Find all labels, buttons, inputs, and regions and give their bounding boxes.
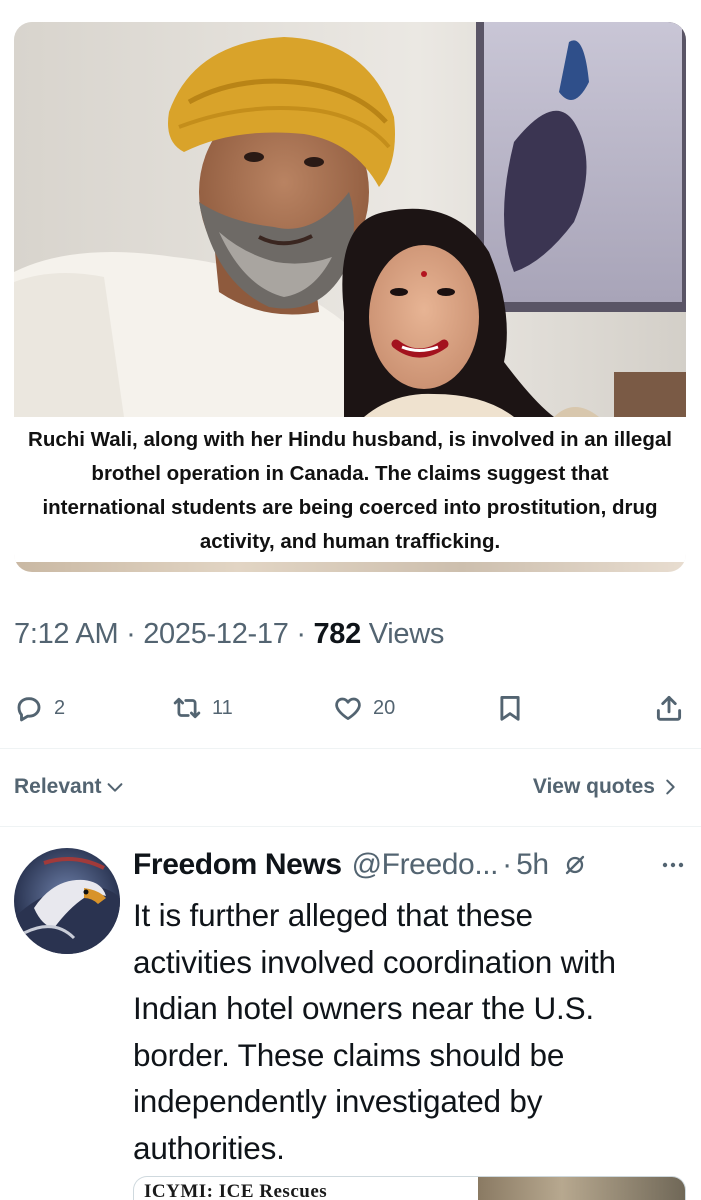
reply-author-name[interactable]: Freedom News (133, 848, 342, 882)
more-dots-icon[interactable] (659, 851, 687, 879)
post-time[interactable]: 7:12 AM (14, 618, 119, 650)
reply-button[interactable]: 2 (14, 688, 65, 728)
post-media-card[interactable]: Ruchi Wali, along with her Hindu husband… (14, 22, 686, 572)
reply-text-line: border. These claims should be (133, 1036, 565, 1073)
reply-text-line: It is further alleged that these (133, 897, 533, 933)
replies-sort-row: Relevant View quotes (0, 770, 701, 808)
reply-header: Freedom News @Freedo... · 5h (133, 843, 689, 887)
reply-body: It is further alleged that these activit… (133, 892, 689, 1171)
view-quotes-label: View quotes (532, 775, 655, 798)
image-bottom-strip (14, 562, 686, 572)
eagle-avatar-image (14, 848, 120, 954)
repost-count: 11 (212, 696, 233, 719)
repost-button[interactable]: 11 (172, 688, 233, 728)
meta-separator: · (296, 618, 306, 650)
heart-icon (335, 697, 361, 720)
share-button[interactable] (654, 688, 684, 728)
header-separator: · (502, 848, 513, 881)
post-photo (14, 22, 686, 417)
post-meta: 7:12 AM · 2025-12-17 · 782 Views (14, 618, 444, 651)
post-action-bar: 2 11 20 (0, 688, 701, 728)
reply-avatar[interactable] (14, 848, 120, 954)
reply-author-handle[interactable]: @Freedo... (352, 848, 499, 882)
meta-separator: · (126, 618, 136, 650)
divider (0, 826, 701, 827)
reply-text-line: Indian hotel owners near the U.S. (133, 990, 594, 1026)
reply-text-line: independently investigated by (133, 1083, 543, 1119)
link-card-title: ICYMI: ICE Rescues (144, 1181, 328, 1200)
chevron-down-icon (107, 783, 122, 792)
divider (0, 748, 701, 749)
link-card-thumbnail (478, 1177, 685, 1200)
bookmark-icon (500, 695, 520, 721)
post-date[interactable]: 2025-12-17 (143, 618, 289, 650)
reply-text-line: authorities. (133, 1129, 285, 1166)
image-caption-box: Ruchi Wali, along with her Hindu husband… (14, 417, 686, 572)
relevant-sort-button[interactable]: Relevant (14, 775, 126, 799)
chevron-right-icon (666, 779, 675, 795)
bookmark-button[interactable] (495, 688, 525, 728)
reply-count: 2 (54, 696, 66, 719)
grok-slash-icon[interactable] (563, 853, 587, 877)
views-count[interactable]: 782 (313, 618, 361, 650)
like-count: 20 (373, 696, 396, 719)
repost-arrows-icon (173, 697, 201, 719)
relevant-label: Relevant (14, 775, 102, 798)
share-upload-icon (656, 695, 682, 721)
reply-timestamp[interactable]: 5h (516, 848, 549, 882)
link-card-preview[interactable]: ICYMI: ICE Rescues (133, 1176, 686, 1200)
views-label[interactable]: Views (369, 618, 445, 650)
reply-text-line: activities involved coordination with (133, 943, 616, 980)
reply-bubble-icon (17, 697, 41, 722)
like-button[interactable]: 20 (333, 688, 395, 728)
image-caption-text: Ruchi Wali, along with her Hindu husband… (28, 427, 672, 553)
view-quotes-link[interactable]: View quotes (533, 775, 681, 799)
